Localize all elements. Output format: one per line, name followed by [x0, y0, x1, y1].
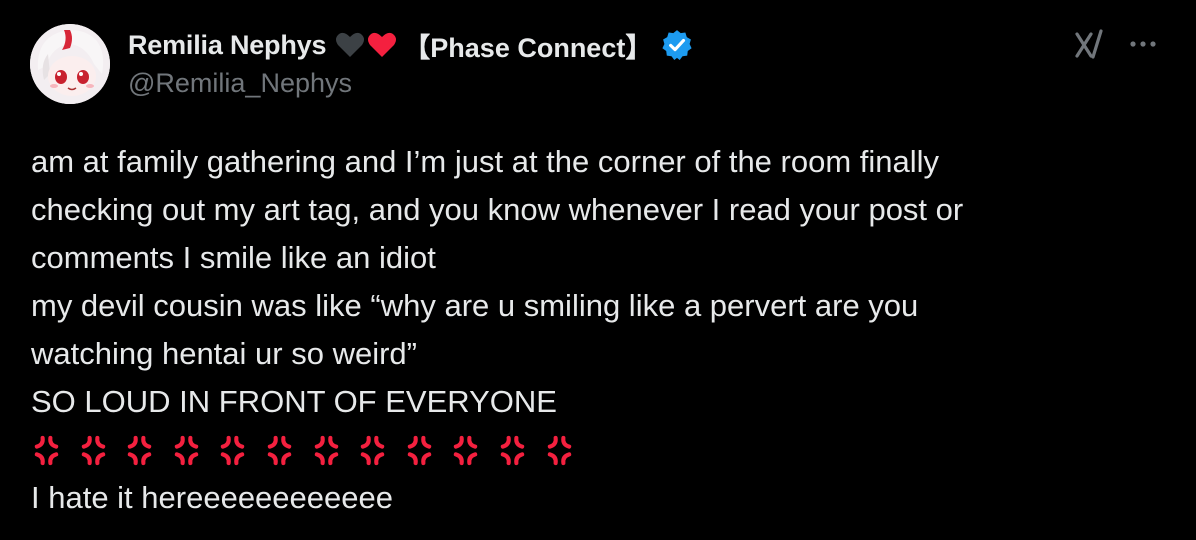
anger-symbol-icon	[500, 435, 525, 465]
author-display-name[interactable]: Remilia Nephys	[128, 30, 326, 61]
tweet-text-line: watching hentai ur so weird”	[31, 336, 417, 371]
author-handle[interactable]: @Remilia_Nephys	[128, 68, 352, 99]
verified-badge-icon[interactable]	[660, 28, 694, 62]
anger-symbol-icon	[267, 435, 292, 465]
anger-symbol-icon	[127, 435, 152, 465]
anger-symbol-icon	[174, 435, 199, 465]
red-heart-icon	[368, 32, 397, 57]
anger-symbol-icon	[454, 435, 478, 465]
tweet-text: am at family gathering and I’m just at t…	[31, 138, 1171, 522]
anger-symbol-icon	[407, 435, 431, 465]
tweet-card: Remilia Nephys 【Phase Connect】 @Remilia_…	[0, 0, 1196, 540]
tweet-text-line: my devil cousin was like “why are u smil…	[31, 288, 919, 323]
anger-symbol-icon	[360, 435, 385, 465]
grok-icon[interactable]	[1071, 26, 1107, 62]
more-options-icon[interactable]	[1126, 30, 1160, 58]
anger-symbol-icon	[221, 435, 245, 465]
anger-symbol-icon	[547, 435, 571, 465]
tweet-text-line: SO LOUD IN FRONT OF EVERYONE	[31, 384, 557, 419]
avatar-image	[30, 24, 110, 104]
anger-symbol-icon	[81, 435, 105, 465]
anger-symbol-icon	[314, 435, 338, 465]
avatar[interactable]	[30, 24, 110, 104]
tweet-text-line: am at family gathering and I’m just at t…	[31, 144, 940, 179]
tweet-text-line: checking out my art tag, and you know wh…	[31, 192, 964, 227]
tweet-text-line: I hate it hereeeeeeeeeeee	[31, 480, 393, 515]
affiliation-tag: 【Phase Connect】	[403, 32, 653, 63]
anger-emoji-row	[31, 426, 1171, 474]
author-name-row[interactable]: Remilia Nephys 【Phase Connect】	[128, 27, 694, 63]
tweet-text-line: comments I smile like an idiot	[31, 240, 436, 275]
black-heart-icon	[336, 32, 365, 57]
anger-symbol-icon	[34, 435, 59, 465]
